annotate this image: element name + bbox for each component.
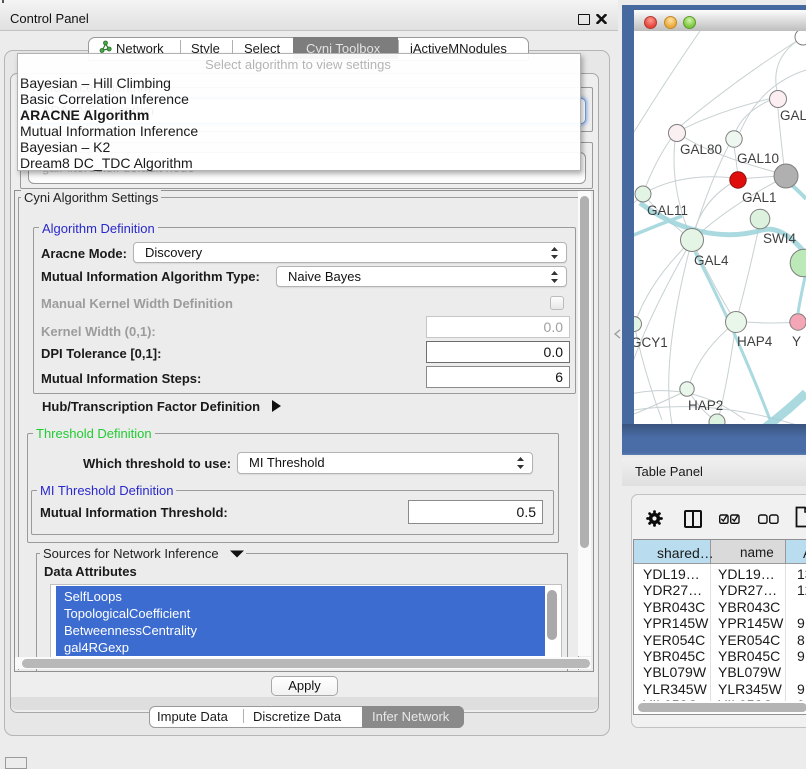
- svg-text:GCY1: GCY1: [634, 335, 668, 350]
- svg-text:HAP4: HAP4: [737, 334, 773, 349]
- svg-text:HAP2: HAP2: [688, 398, 723, 413]
- svg-text:GAL10: GAL10: [737, 151, 779, 166]
- svg-text:GAL11: GAL11: [647, 203, 688, 218]
- svg-text:GAL2: GAL2: [780, 108, 806, 123]
- svg-text:GAL4: GAL4: [694, 253, 729, 268]
- svg-text:Y: Y: [792, 334, 801, 349]
- svg-text:SWI4: SWI4: [763, 231, 796, 246]
- svg-text:GAL1: GAL1: [742, 190, 777, 205]
- svg-text:GAL80: GAL80: [680, 142, 722, 157]
